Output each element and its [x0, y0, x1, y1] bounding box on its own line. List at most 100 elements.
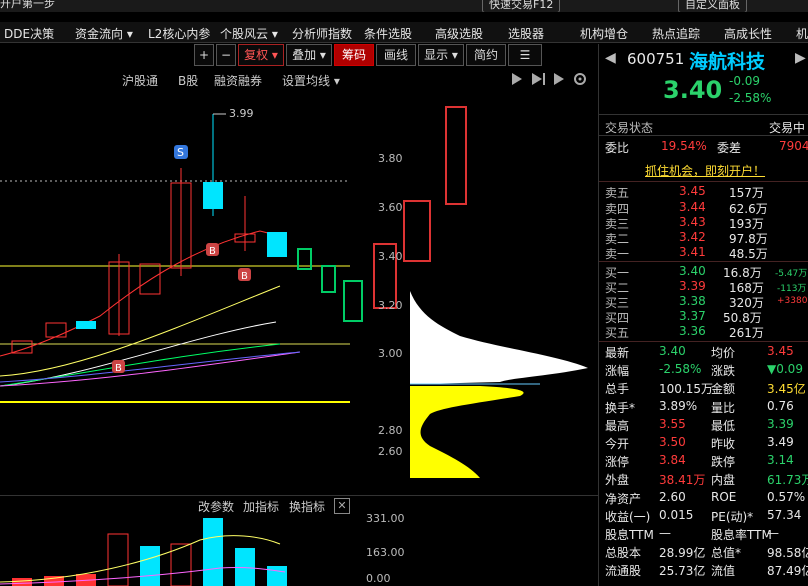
- stat-value: 25.73亿: [659, 564, 706, 579]
- sell-badge-label: S: [177, 146, 184, 159]
- stat-value: 38.41万: [659, 473, 706, 488]
- stat-label: 金额: [711, 382, 736, 397]
- status-label: 交易状态: [605, 121, 654, 135]
- ask-volume: 157万: [729, 186, 764, 200]
- open-account-ad[interactable]: 抓住机会，即刻开户！: [645, 162, 765, 179]
- stat-value: 2.60: [659, 489, 686, 504]
- candles: [11, 106, 467, 354]
- stat-value: 3.84: [659, 453, 686, 468]
- menu-item-more[interactable]: 机: [796, 25, 808, 42]
- stat-label: 换手*: [605, 400, 636, 415]
- weicha-label: 委差: [717, 141, 742, 155]
- stat-value: -2.58%: [659, 362, 702, 377]
- bid-level-label: 买五: [605, 326, 630, 340]
- volume-tick: 331.00: [366, 512, 405, 525]
- stat-value: 98.58亿: [767, 546, 808, 561]
- chart-toolbar: + − 复权 ▾ 叠加 ▾ 筹码 画线 显示 ▾ 简约 ☰: [190, 44, 595, 66]
- stat-label: 流通股: [605, 564, 642, 579]
- bid-volume: 261万: [729, 326, 764, 340]
- settings-gear-icon[interactable]: [574, 73, 586, 85]
- menu-item-hot-track[interactable]: 热点追踪: [652, 25, 700, 42]
- volume-bar: [267, 566, 287, 586]
- volume-divider: [0, 495, 598, 496]
- kline-chart: 3.99 S B B B: [0, 106, 588, 478]
- stat-value: 0.76: [767, 398, 794, 413]
- quick-trade-button[interactable]: 快速交易F12: [482, 0, 561, 12]
- bid-change: +3380: [777, 296, 808, 306]
- menu-item-stock-picker[interactable]: 选股器: [508, 25, 544, 42]
- step-icon[interactable]: [554, 73, 564, 85]
- play-icon[interactable]: [532, 73, 545, 85]
- price-tick: 3.00: [378, 347, 403, 360]
- stat-label: 最新: [605, 346, 630, 360]
- stat-value: 3.40: [659, 344, 686, 358]
- menu-item-fund-flow[interactable]: 资金流向 ▾: [75, 25, 133, 42]
- stat-label: 涨跌: [711, 364, 736, 379]
- forecast-box: [343, 280, 363, 322]
- buy-badge-label: B: [209, 246, 216, 257]
- menu-item-dde[interactable]: DDE决策: [4, 25, 54, 42]
- price-tick: 2.60: [378, 445, 403, 458]
- menu-item-l2[interactable]: L2核心内参: [148, 25, 210, 42]
- stat-value: 61.73万: [767, 473, 808, 488]
- high-label: 3.99: [229, 107, 254, 120]
- stat-label: 流值: [711, 564, 736, 579]
- stat-label: 量比: [711, 400, 736, 415]
- stat-label: 总值*: [711, 546, 742, 561]
- price-tick: 3.80: [378, 152, 403, 165]
- menu-item-stock-news[interactable]: 个股风云 ▾: [220, 25, 278, 42]
- cursor-icon[interactable]: [512, 73, 522, 85]
- bid-price: 3.37: [679, 309, 706, 323]
- stat-label: ROE: [711, 489, 737, 504]
- stat-value: 3.49: [767, 435, 794, 449]
- top-bar: 开户第一步 快速交易F12 自定义面板: [0, 0, 808, 12]
- zoom-out-button[interactable]: −: [216, 44, 236, 66]
- menu-icon[interactable]: ☰: [508, 44, 542, 66]
- overlay-button[interactable]: 叠加 ▾: [286, 44, 332, 66]
- menu-item-advanced-select[interactable]: 高级选股: [435, 25, 483, 42]
- stat-label: 均价: [711, 346, 736, 360]
- prev-stock-icon[interactable]: ◀: [605, 50, 616, 66]
- ma-magenta-line: [0, 351, 301, 387]
- stat-label: 总股本: [605, 546, 642, 561]
- stat-label: 最低: [711, 418, 736, 433]
- chip-distribution-loss: [410, 386, 524, 478]
- divider: [599, 135, 808, 136]
- candle: [139, 263, 161, 295]
- candle: [267, 232, 287, 257]
- price-tick: 3.40: [378, 250, 403, 263]
- volume-tick: 0.00: [366, 572, 391, 585]
- open-account-link[interactable]: 开户第一步: [0, 0, 55, 11]
- stat-label: 涨幅: [605, 364, 630, 379]
- stat-label: 跌停: [711, 455, 736, 470]
- forecast-box: [321, 265, 336, 293]
- next-stock-icon[interactable]: ▶: [795, 50, 806, 66]
- stat-label: 股息率TTM: [711, 528, 772, 542]
- weicha-value: 7904: [779, 139, 808, 153]
- custom-panel-button[interactable]: 自定义面板: [678, 0, 747, 12]
- divider: [599, 181, 808, 182]
- stat-label: 净资产: [605, 491, 642, 506]
- price-change-pct: -2.58%: [729, 91, 772, 105]
- display-button[interactable]: 显示 ▾: [418, 44, 464, 66]
- bid-price: 3.38: [679, 294, 706, 308]
- draw-line-button[interactable]: 画线: [376, 44, 416, 66]
- zoom-in-button[interactable]: +: [194, 44, 214, 66]
- bid-change: -5.47万: [775, 269, 808, 279]
- ask-price: 3.43: [679, 215, 706, 229]
- menu-item-inst-increase[interactable]: 机构增仓: [580, 25, 628, 42]
- weibi-value: 19.54%: [661, 139, 707, 153]
- ask-price: 3.45: [679, 184, 706, 198]
- fuquan-button[interactable]: 复权 ▾: [238, 44, 284, 66]
- simple-button[interactable]: 简约: [466, 44, 506, 66]
- stat-value: ▼0.09: [767, 362, 803, 377]
- menu-item-high-growth[interactable]: 高成长性: [724, 25, 772, 42]
- chip-distribution-profit: [410, 291, 588, 384]
- chips-button[interactable]: 筹码: [334, 44, 374, 66]
- menu-item-condition-select[interactable]: 条件选股: [364, 25, 412, 42]
- forecast-box: [403, 200, 431, 262]
- stat-label: PE(动)*: [711, 509, 754, 524]
- menu-item-analyst-index[interactable]: 分析师指数: [292, 25, 352, 42]
- current-price: 3.40: [663, 76, 723, 104]
- stat-value: 28.99亿: [659, 546, 706, 561]
